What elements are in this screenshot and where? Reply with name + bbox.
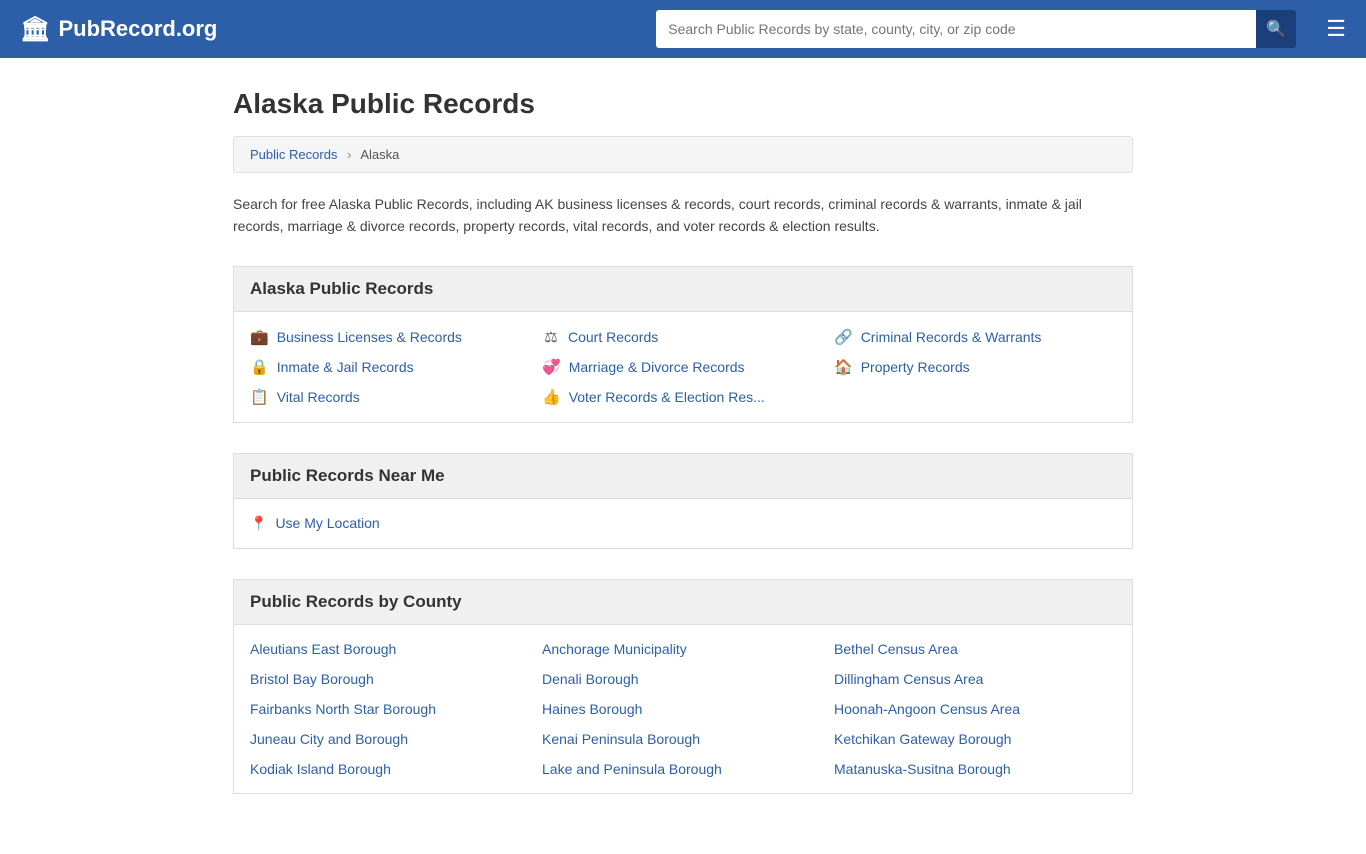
record-label: Inmate & Jail Records bbox=[277, 359, 414, 375]
county-link[interactable]: Bristol Bay Borough bbox=[250, 671, 532, 687]
alaska-records-section: Alaska Public Records 💼 Business Licenses… bbox=[233, 266, 1133, 423]
record-label: Marriage & Divorce Records bbox=[569, 359, 745, 375]
record-item[interactable]: 💞 Marriage & Divorce Records bbox=[542, 358, 824, 376]
county-link[interactable]: Juneau City and Borough bbox=[250, 731, 532, 747]
county-link[interactable]: Aleutians East Borough bbox=[250, 641, 532, 657]
near-me-section: Public Records Near Me 📍 Use My Location bbox=[233, 453, 1133, 549]
county-link[interactable]: Ketchikan Gateway Borough bbox=[834, 731, 1116, 747]
main-content: Alaska Public Records Public Records › A… bbox=[213, 58, 1153, 854]
breadcrumb-current: Alaska bbox=[360, 147, 399, 162]
record-label: Business Licenses & Records bbox=[277, 329, 462, 345]
search-icon: 🔍 bbox=[1266, 19, 1286, 39]
record-icon: 🔒 bbox=[250, 358, 269, 376]
record-label: Vital Records bbox=[277, 389, 360, 405]
county-link[interactable]: Dillingham Census Area bbox=[834, 671, 1116, 687]
record-icon: 🔗 bbox=[834, 328, 853, 346]
page-description: Search for free Alaska Public Records, i… bbox=[233, 193, 1133, 238]
record-item[interactable]: 💼 Business Licenses & Records bbox=[250, 328, 532, 346]
search-input[interactable] bbox=[656, 10, 1256, 48]
county-link[interactable]: Anchorage Municipality bbox=[542, 641, 824, 657]
record-icon: 💞 bbox=[542, 358, 561, 376]
record-item[interactable]: ⚖ Court Records bbox=[542, 328, 824, 346]
use-my-location-label: Use My Location bbox=[275, 515, 379, 531]
record-icon: 💼 bbox=[250, 328, 269, 346]
alaska-records-body: 💼 Business Licenses & Records ⚖ Court Recor… bbox=[233, 312, 1133, 423]
record-icon: 👍 bbox=[542, 388, 561, 406]
county-link[interactable]: Matanuska-Susitna Borough bbox=[834, 761, 1116, 777]
menu-button[interactable]: ☰ bbox=[1326, 18, 1346, 40]
record-item[interactable]: 👍 Voter Records & Election Res... bbox=[542, 388, 824, 406]
county-link[interactable]: Kenai Peninsula Borough bbox=[542, 731, 824, 747]
county-grid: Aleutians East Borough Anchorage Municipa… bbox=[250, 641, 1116, 777]
county-link[interactable]: Bethel Census Area bbox=[834, 641, 1116, 657]
hamburger-icon: ☰ bbox=[1326, 16, 1346, 41]
breadcrumb-separator: › bbox=[347, 147, 351, 162]
near-me-heading: Public Records Near Me bbox=[233, 453, 1133, 499]
county-link[interactable]: Kodiak Island Borough bbox=[250, 761, 532, 777]
site-logo[interactable]: 🏛 PubRecord.org bbox=[20, 15, 217, 44]
record-label: Court Records bbox=[568, 329, 658, 345]
record-label: Voter Records & Election Res... bbox=[569, 389, 765, 405]
records-grid: 💼 Business Licenses & Records ⚖ Court Recor… bbox=[250, 328, 1116, 406]
county-heading: Public Records by County bbox=[233, 579, 1133, 625]
record-item[interactable]: 🔒 Inmate & Jail Records bbox=[250, 358, 532, 376]
record-item[interactable]: 🏠 Property Records bbox=[834, 358, 1116, 376]
logo-text: PubRecord.org bbox=[58, 16, 217, 42]
search-button[interactable]: 🔍 bbox=[1256, 10, 1296, 48]
logo-icon: 🏛 bbox=[20, 15, 50, 44]
record-icon: 📋 bbox=[250, 388, 269, 406]
county-link[interactable]: Hoonah-Angoon Census Area bbox=[834, 701, 1116, 717]
breadcrumb-parent-link[interactable]: Public Records bbox=[250, 147, 337, 162]
search-container: 🔍 bbox=[656, 10, 1296, 48]
record-label: Property Records bbox=[861, 359, 970, 375]
county-link[interactable]: Fairbanks North Star Borough bbox=[250, 701, 532, 717]
county-section: Public Records by County Aleutians East … bbox=[233, 579, 1133, 794]
location-icon: 📍 bbox=[250, 515, 267, 532]
record-icon: ⚖ bbox=[542, 328, 560, 346]
breadcrumb: Public Records › Alaska bbox=[233, 136, 1133, 173]
county-link[interactable]: Haines Borough bbox=[542, 701, 824, 717]
site-header: 🏛 PubRecord.org 🔍 ☰ bbox=[0, 0, 1366, 58]
county-link[interactable]: Denali Borough bbox=[542, 671, 824, 687]
record-item[interactable]: 📋 Vital Records bbox=[250, 388, 532, 406]
use-my-location-link[interactable]: 📍 Use My Location bbox=[250, 515, 1116, 532]
record-item[interactable]: 🔗 Criminal Records & Warrants bbox=[834, 328, 1116, 346]
county-body: Aleutians East Borough Anchorage Municipa… bbox=[233, 625, 1133, 794]
county-link[interactable]: Lake and Peninsula Borough bbox=[542, 761, 824, 777]
alaska-records-heading: Alaska Public Records bbox=[233, 266, 1133, 312]
near-me-body: 📍 Use My Location bbox=[233, 499, 1133, 549]
record-label: Criminal Records & Warrants bbox=[861, 329, 1042, 345]
record-icon: 🏠 bbox=[834, 358, 853, 376]
page-title: Alaska Public Records bbox=[233, 88, 1133, 120]
